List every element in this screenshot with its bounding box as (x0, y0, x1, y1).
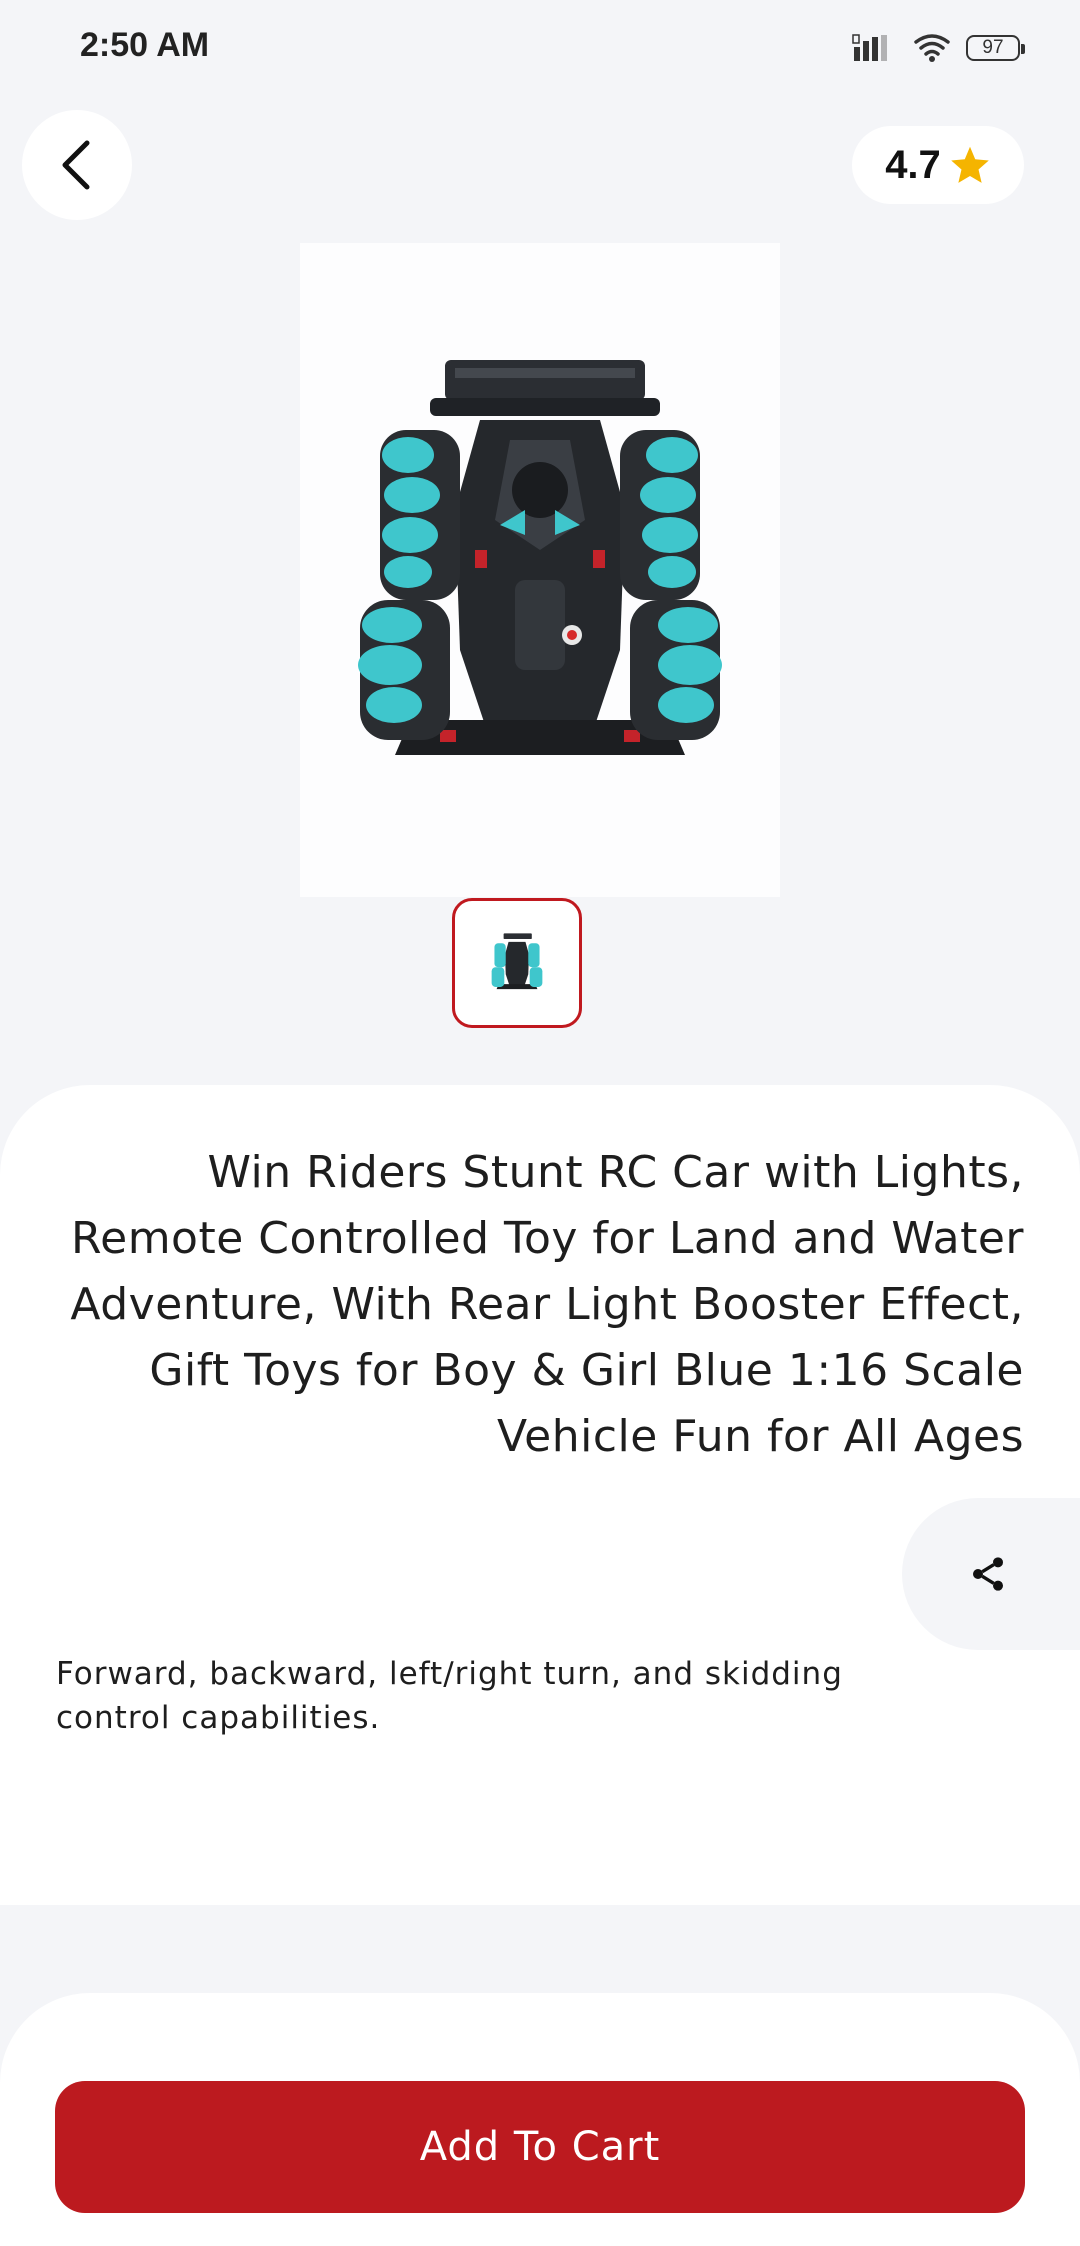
status-time: 2:50 AM (80, 26, 210, 64)
status-bar: 2:50 AM 97 (0, 0, 1080, 96)
battery-icon: 97 (966, 35, 1025, 61)
product-thumbnail[interactable] (452, 898, 582, 1028)
product-description: Forward, backward, left/right turn, and … (56, 1656, 843, 1736)
rating-badge: 4.7 (852, 126, 1024, 204)
back-button[interactable] (22, 110, 132, 220)
share-icon (973, 1557, 1003, 1591)
rating-value: 4.7 (885, 142, 941, 187)
add-to-cart-button[interactable]: Add To Cart (55, 2081, 1025, 2213)
rc-car-thumbnail-icon (491, 933, 543, 990)
star-icon (951, 146, 989, 183)
rc-car-illustration (358, 360, 722, 755)
product-title: Win Riders Stunt RC Car with Lights, Rem… (70, 1147, 1024, 1462)
status-icons: 97 (852, 30, 1025, 66)
wifi-icon (914, 34, 950, 62)
chevron-left-icon (62, 140, 90, 190)
product-image[interactable] (300, 243, 780, 897)
share-button[interactable] (902, 1498, 1080, 1650)
signal-icon (852, 34, 887, 61)
